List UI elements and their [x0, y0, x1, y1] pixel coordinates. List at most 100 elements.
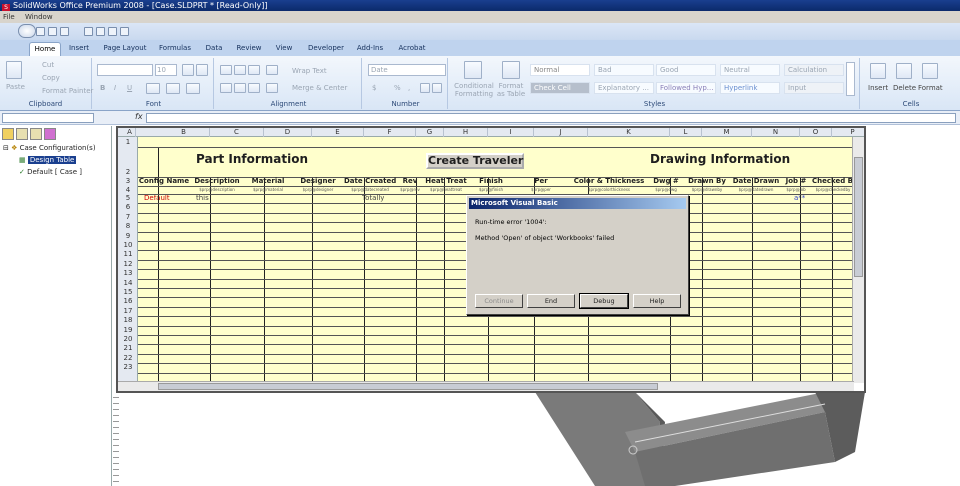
column-title[interactable]: Color & Thickness [568, 177, 650, 185]
row-header[interactable]: 22 [118, 354, 138, 363]
shrink-font-icon[interactable] [196, 64, 208, 76]
end-button[interactable]: End [527, 294, 575, 308]
menu-window[interactable]: Window [25, 13, 53, 21]
column-header[interactable]: M [702, 128, 752, 137]
copy-button[interactable]: Copy [42, 74, 60, 82]
font-name-box[interactable] [97, 64, 153, 76]
tab-insert[interactable]: Insert [64, 42, 94, 56]
row-header[interactable]: 20 [118, 335, 138, 344]
preview-icon[interactable] [120, 27, 129, 36]
cell-style-2[interactable]: Good [656, 64, 716, 76]
cell-style-1[interactable]: Bad [594, 64, 654, 76]
tab-home[interactable]: Home [29, 42, 61, 56]
description-cell[interactable]: this [196, 194, 209, 202]
percent-button[interactable]: % [394, 84, 401, 92]
conditional-formatting-icon[interactable] [464, 61, 482, 79]
align-left-icon[interactable] [220, 83, 232, 93]
borders-icon[interactable] [146, 83, 160, 94]
row-header[interactable]: 19 [118, 326, 138, 335]
tree-item-design-table[interactable]: ▦ Design Table [3, 154, 96, 166]
name-box[interactable] [2, 113, 94, 123]
row-header[interactable]: 2 [118, 147, 138, 177]
scroll-thumb[interactable] [854, 157, 863, 277]
delete-cells-icon[interactable] [896, 63, 912, 79]
tree-item-default[interactable]: ✓ Default [ Case ] [3, 166, 96, 178]
row-header[interactable]: 9 [118, 232, 138, 241]
column-header[interactable]: I [488, 128, 534, 137]
row-header[interactable]: 16 [118, 297, 138, 306]
row-header[interactable]: 10 [118, 241, 138, 250]
config-name-cell[interactable]: Default [144, 194, 170, 202]
cell-style-8[interactable]: Hyperlink [720, 82, 780, 94]
cell-style-5[interactable]: Check Cell [530, 82, 590, 94]
new-icon[interactable] [84, 27, 93, 36]
column-header[interactable]: P [832, 128, 864, 137]
column-header[interactable]: C [210, 128, 264, 137]
column-title[interactable]: Description [190, 177, 244, 185]
row-header[interactable]: 1 [118, 137, 138, 147]
row-header[interactable]: 18 [118, 316, 138, 325]
format-as-table-button[interactable]: Format as Table [496, 82, 526, 98]
column-title[interactable]: Date Created [344, 177, 396, 185]
paste-button[interactable]: Paste [6, 83, 25, 91]
row-header[interactable]: 12 [118, 260, 138, 269]
cell-style-0[interactable]: Normal [530, 64, 590, 76]
row-header[interactable]: 8 [118, 222, 138, 231]
column-title[interactable]: Per [514, 177, 568, 185]
column-header[interactable]: A [124, 128, 136, 137]
format-cells-icon[interactable] [922, 63, 938, 79]
cut-button[interactable]: Cut [42, 61, 54, 69]
row-header[interactable]: 11 [118, 250, 138, 259]
align-center-icon[interactable] [234, 83, 246, 93]
cell-style-3[interactable]: Neutral [720, 64, 780, 76]
cell-style-6[interactable]: Explanatory ... [594, 82, 654, 94]
scroll-thumb[interactable] [158, 383, 658, 390]
row-header[interactable]: 15 [118, 288, 138, 297]
conditional-formatting-button[interactable]: Conditional Formatting [454, 82, 494, 98]
row-header[interactable]: 6 [118, 203, 138, 212]
format-cells-button[interactable]: Format [918, 84, 943, 92]
column-header[interactable]: E [312, 128, 364, 137]
configuration-manager-icon[interactable] [30, 128, 42, 140]
column-header[interactable]: L [670, 128, 702, 137]
format-as-table-icon[interactable] [502, 61, 520, 79]
align-right-icon[interactable] [248, 83, 260, 93]
row-header[interactable]: 7 [118, 213, 138, 222]
row-header[interactable]: 14 [118, 279, 138, 288]
cell-style-7[interactable]: Followed Hyp... [656, 82, 716, 94]
bold-button[interactable]: B [100, 84, 105, 92]
column-header[interactable]: O [800, 128, 832, 137]
column-title[interactable]: Dwg # [650, 177, 682, 185]
currency-button[interactable]: $ [372, 84, 376, 92]
comma-button[interactable]: , [408, 84, 410, 92]
tab-review[interactable]: Review [232, 42, 266, 56]
office-button[interactable] [18, 24, 36, 38]
column-header[interactable]: D [264, 128, 312, 137]
insert-cells-icon[interactable] [870, 63, 886, 79]
fill-color-icon[interactable] [166, 83, 180, 94]
column-title[interactable]: Designer [292, 177, 344, 185]
column-header[interactable]: K [588, 128, 670, 137]
row-header[interactable]: 17 [118, 307, 138, 316]
merge-center-button[interactable]: Merge & Center [292, 84, 347, 92]
underline-button[interactable]: U [127, 84, 132, 92]
redo-icon[interactable] [60, 27, 69, 36]
tree-root[interactable]: ⊟ ❖ Case Configuration(s) [3, 142, 96, 154]
cell-style-4[interactable]: Calculation [784, 64, 844, 76]
column-title[interactable]: Checked By [812, 177, 854, 185]
column-title[interactable]: Rev [396, 177, 424, 185]
column-title[interactable]: Date Drawn [732, 177, 780, 185]
create-traveler-button[interactable]: Create Traveler [426, 153, 524, 169]
align-bottom-icon[interactable] [248, 65, 260, 75]
row-header[interactable]: 5 [118, 194, 138, 203]
font-color-icon[interactable] [186, 83, 200, 94]
save-icon[interactable] [36, 27, 45, 36]
row-header[interactable]: 3 [118, 177, 138, 186]
tab-add-ins[interactable]: Add-Ins [352, 42, 388, 56]
column-title[interactable]: Finish [468, 177, 514, 185]
orientation-icon[interactable] [266, 65, 278, 75]
tab-acrobat[interactable]: Acrobat [393, 42, 431, 56]
decrease-decimal-icon[interactable] [432, 83, 442, 93]
column-header[interactable]: J [534, 128, 588, 137]
column-header[interactable]: N [752, 128, 800, 137]
